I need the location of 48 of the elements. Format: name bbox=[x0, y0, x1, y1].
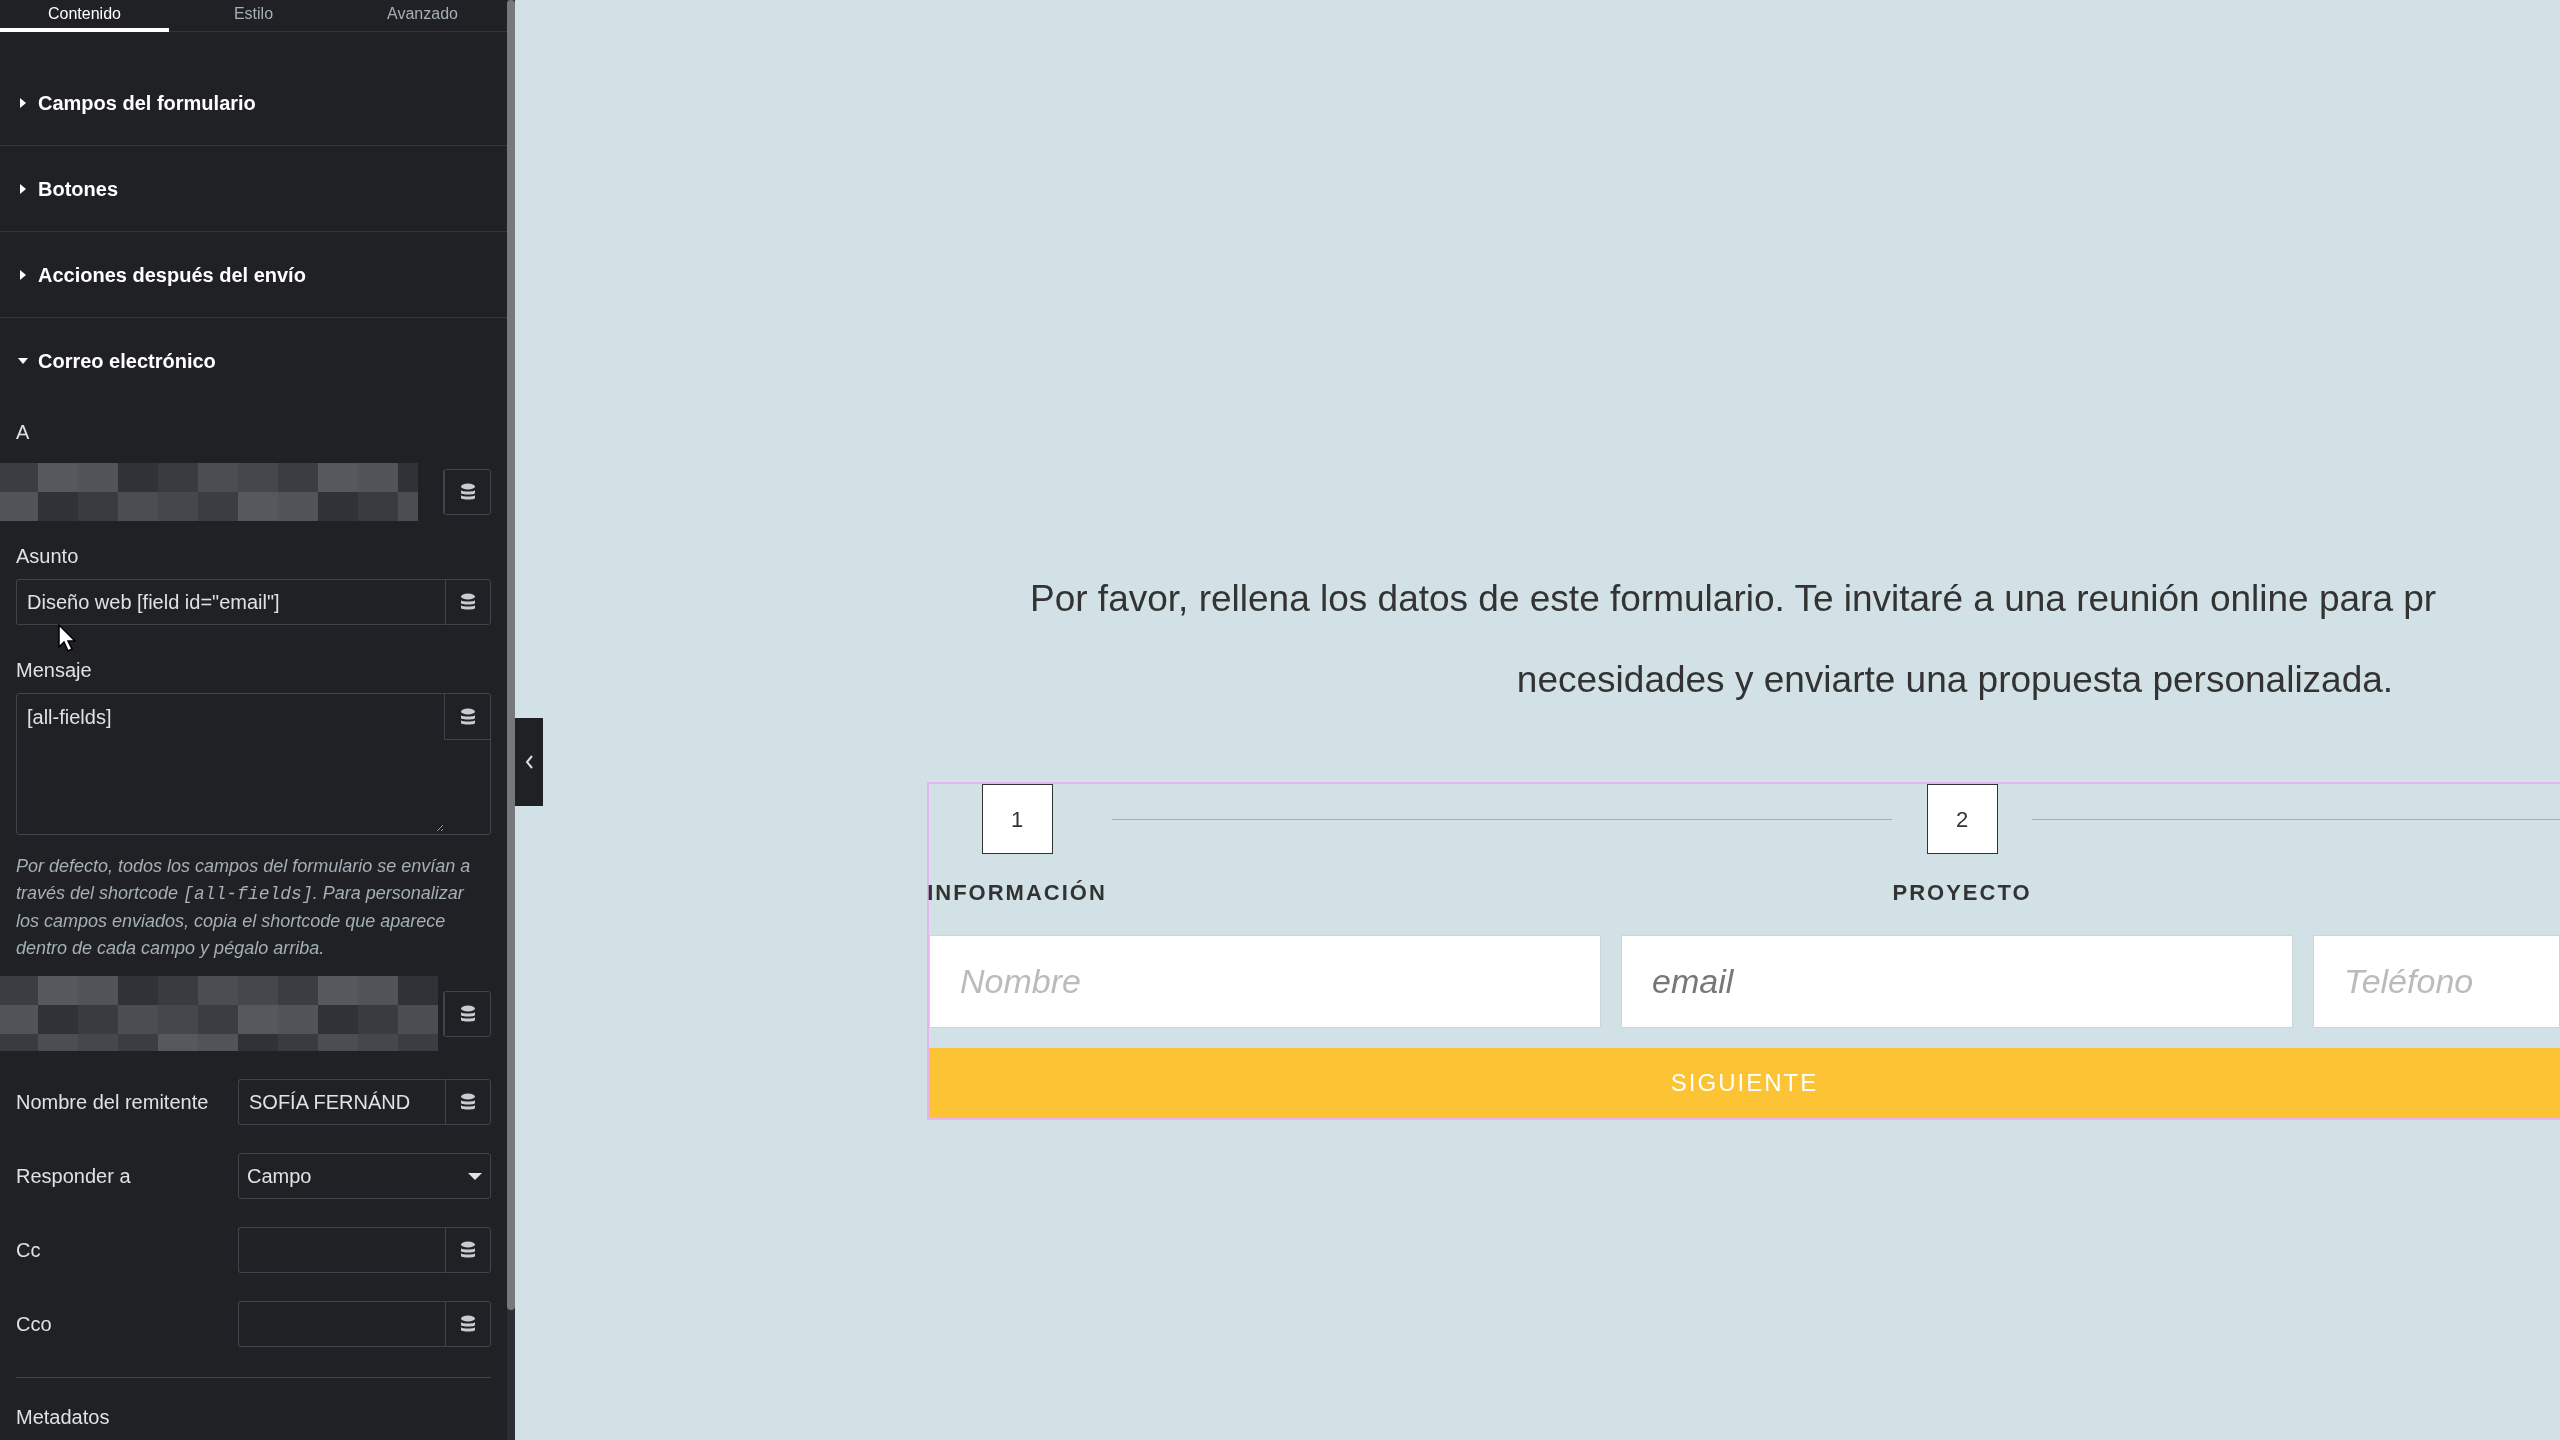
section-header[interactable]: Acciones después del envío bbox=[0, 232, 507, 317]
database-icon bbox=[460, 593, 476, 611]
caret-icon bbox=[18, 269, 28, 280]
select-field[interactable]: Campo bbox=[238, 1153, 491, 1199]
field-label: Cco bbox=[16, 1312, 53, 1337]
dropdown-caret-icon bbox=[468, 1172, 482, 1180]
text-field[interactable] bbox=[238, 1227, 445, 1273]
intro-text: Por favor, rellena los datos de este formulario. Te invitaré a una reunión online para pr bbox=[1029, 577, 2437, 621]
database-icon bbox=[460, 1241, 476, 1259]
step-label: PROYECTO bbox=[1892, 879, 2032, 907]
intro-text: necesidades y enviarte una propuesta personalizada. bbox=[1515, 658, 2395, 702]
text-field[interactable]: Diseño web [field id="email"] bbox=[16, 579, 445, 625]
database-icon bbox=[460, 1093, 476, 1111]
database-icon[interactable] bbox=[459, 707, 476, 726]
field-label: Cc bbox=[16, 1238, 42, 1263]
caret-icon bbox=[18, 355, 28, 366]
message-field[interactable]: [all-fields] bbox=[16, 693, 491, 835]
tab[interactable]: Avanzado bbox=[338, 0, 507, 32]
database-icon[interactable] bbox=[459, 483, 476, 501]
tab[interactable]: Contenido bbox=[0, 0, 169, 32]
step-label: INFORMACIÓN bbox=[927, 879, 1107, 907]
dynamic-tags-button[interactable] bbox=[445, 1227, 491, 1273]
cursor-icon bbox=[58, 624, 76, 652]
field-label: Mensaje bbox=[16, 658, 93, 683]
help-text: Por defecto, todos los campos del formulario se envían a través del shortcode [all-fields]. Para personalizar los campos enviados, copia el shortcode que aparece dentro de cada campo y pégalo arriba. bbox=[16, 855, 472, 960]
step-number: 2 bbox=[1926, 784, 1998, 854]
dynamic-tags-button[interactable] bbox=[445, 1301, 491, 1347]
text-field[interactable]: SOFÍA FERNÁND bbox=[238, 1079, 445, 1125]
chevron-left-icon bbox=[524, 755, 534, 769]
email-field[interactable]: email bbox=[1621, 935, 2293, 1028]
field-label: Nombre del remitente bbox=[16, 1090, 210, 1115]
step-number: 1 bbox=[981, 784, 1053, 854]
caret-icon bbox=[18, 183, 28, 194]
subsection-heading: Metadatos bbox=[16, 1405, 111, 1430]
caret-icon bbox=[18, 97, 28, 108]
dynamic-tags-button[interactable] bbox=[445, 1079, 491, 1125]
database-icon bbox=[460, 1315, 476, 1333]
field-label: A bbox=[16, 420, 31, 445]
section-header[interactable]: Botones bbox=[0, 146, 507, 231]
section-header[interactable]: Correo electrónico bbox=[0, 318, 507, 403]
text-field[interactable] bbox=[238, 1301, 445, 1347]
scrollbar[interactable] bbox=[507, 0, 515, 1310]
field-label: Responder a bbox=[16, 1164, 132, 1189]
tab[interactable]: Estilo bbox=[169, 0, 338, 32]
database-icon[interactable] bbox=[459, 1004, 476, 1023]
section-header[interactable]: Campos del formulario bbox=[0, 60, 507, 145]
dynamic-tags-button[interactable] bbox=[445, 579, 491, 625]
field-label: Asunto bbox=[16, 544, 80, 569]
